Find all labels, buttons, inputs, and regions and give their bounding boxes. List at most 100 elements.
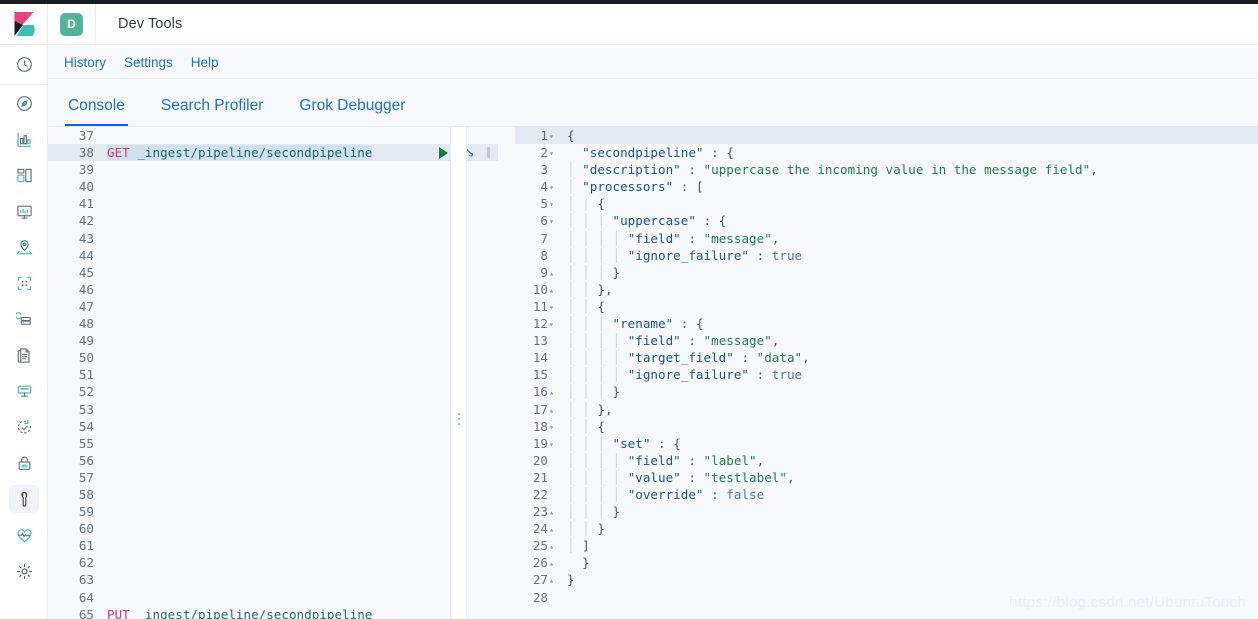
line-content[interactable]: } — [561, 571, 1258, 588]
request-line[interactable]: 46 — [48, 281, 498, 298]
play-icon[interactable] — [439, 147, 448, 159]
request-line[interactable]: 59 — [48, 503, 498, 520]
request-line[interactable]: 56 — [48, 452, 498, 469]
request-line[interactable]: 61 — [48, 537, 498, 554]
request-line[interactable]: 49 — [48, 332, 498, 349]
response-line[interactable]: 21│ │ │ │ "value" : "testlabel", — [515, 469, 1258, 486]
request-line-text[interactable]: GET _ingest/pipeline/secondpipeline — [107, 145, 372, 160]
response-line[interactable]: 5▾│ │ { — [515, 195, 1258, 212]
response-line[interactable]: 13│ │ │ │ "field" : "message", — [515, 332, 1258, 349]
sidebar-item-discover[interactable] — [0, 85, 48, 121]
line-content[interactable]: │ │ │ │ "override" : false — [561, 486, 1258, 503]
line-content[interactable]: } — [561, 554, 1258, 571]
response-line[interactable]: 11▾│ │ { — [515, 298, 1258, 315]
request-line[interactable]: 57 — [48, 469, 498, 486]
response-line[interactable]: 4▾│ "processors" : [ — [515, 178, 1258, 195]
sidebar-item-siem[interactable] — [0, 445, 48, 481]
fold-arrow-open[interactable]: ▾ — [548, 213, 555, 230]
line-content[interactable]: │ "description" : "uppercase the incomin… — [561, 161, 1258, 178]
sidebar-item-machine-learning[interactable] — [0, 265, 48, 301]
sidebar-item-infrastructure[interactable] — [0, 301, 48, 337]
response-line[interactable]: 6▾│ │ │ "uppercase" : { — [515, 212, 1258, 229]
line-content[interactable]: │ │ │ │ "ignore_failure" : true — [561, 247, 1258, 264]
line-content[interactable]: │ │ │ │ "field" : "label", — [561, 452, 1258, 469]
request-line[interactable]: 63 — [48, 571, 498, 588]
response-line[interactable]: 1▾{ — [515, 127, 1258, 144]
response-line[interactable]: 26▴ } — [515, 554, 1258, 571]
request-line[interactable]: 39 — [48, 161, 498, 178]
request-line[interactable]: 60 — [48, 520, 498, 537]
line-content[interactable]: │ │ │ │ "field" : "message", — [561, 332, 1258, 349]
tab-grok-debugger[interactable]: Grok Debugger — [299, 97, 405, 126]
line-content[interactable]: { — [561, 127, 1258, 144]
request-line-text[interactable]: PUT _ingest/pipeline/secondpipeline — [107, 607, 372, 619]
request-line[interactable]: 48 — [48, 315, 498, 332]
line-content[interactable]: │ │ │ "uppercase" : { — [561, 212, 1258, 229]
response-line[interactable]: 10▴│ │ }, — [515, 281, 1258, 298]
line-content[interactable]: │ │ }, — [561, 401, 1258, 418]
response-line[interactable]: 27▴} — [515, 571, 1258, 588]
request-line[interactable]: 45 — [48, 264, 498, 281]
fold-arrow-open[interactable]: ▾ — [548, 419, 555, 436]
line-content[interactable]: │ │ │ "set" : { — [561, 435, 1258, 452]
sidebar-item-logs[interactable] — [0, 337, 48, 373]
sidebar-item-visualize[interactable] — [0, 121, 48, 157]
menu-item-settings[interactable]: Settings — [124, 55, 173, 70]
kibana-home-button[interactable] — [0, 4, 48, 45]
fold-arrow-open[interactable]: ▾ — [548, 145, 555, 162]
line-content[interactable]: │ │ │ "rename" : { — [561, 315, 1258, 332]
request-line[interactable]: 41 — [48, 195, 498, 212]
fold-arrow-open[interactable]: ▾ — [548, 436, 555, 453]
line-content[interactable]: GET _ingest/pipeline/secondpipeline — [102, 144, 498, 161]
sidebar-item-recently-viewed[interactable] — [0, 45, 48, 85]
response-line[interactable]: 28 — [515, 589, 1258, 606]
request-line[interactable]: 53 — [48, 401, 498, 418]
tab-search-profiler[interactable]: Search Profiler — [161, 97, 264, 126]
response-line[interactable]: 7│ │ │ │ "field" : "message", — [515, 230, 1258, 247]
line-content[interactable]: │ │ │ │ "field" : "message", — [561, 230, 1258, 247]
response-line[interactable]: 17▴│ │ }, — [515, 401, 1258, 418]
response-line[interactable]: 25▴│ ] — [515, 537, 1258, 554]
line-content[interactable]: │ │ }, — [561, 281, 1258, 298]
request-line[interactable]: 62 — [48, 554, 498, 571]
request-line[interactable]: 54 — [48, 418, 498, 435]
fold-arrow-open[interactable]: ▾ — [548, 179, 555, 196]
request-line[interactable]: 47 — [48, 298, 498, 315]
fold-arrow-close[interactable]: ▴ — [548, 555, 555, 572]
line-content[interactable]: │ │ │ } — [561, 264, 1258, 281]
request-line[interactable]: 40 — [48, 178, 498, 195]
sidebar-item-management[interactable] — [0, 553, 48, 589]
response-line[interactable]: 22│ │ │ │ "override" : false — [515, 486, 1258, 503]
tab-console[interactable]: Console — [68, 97, 125, 126]
response-line[interactable]: 15│ │ │ │ "ignore_failure" : true — [515, 366, 1258, 383]
space-selector-button[interactable]: D — [48, 4, 96, 45]
fold-arrow-close[interactable]: ▴ — [548, 282, 555, 299]
response-line[interactable]: 14│ │ │ │ "target_field" : "data", — [515, 349, 1258, 366]
fold-arrow-close[interactable]: ▴ — [548, 384, 555, 401]
line-content[interactable]: │ │ { — [561, 298, 1258, 315]
fold-arrow-close[interactable]: ▴ — [548, 265, 555, 282]
menu-item-help[interactable]: Help — [191, 55, 219, 70]
line-content[interactable]: │ ] — [561, 537, 1258, 554]
response-line[interactable]: 19▾│ │ │ "set" : { — [515, 435, 1258, 452]
line-content[interactable]: │ "processors" : [ — [561, 178, 1258, 195]
sidebar-item-uptime[interactable] — [0, 409, 48, 445]
fold-arrow-close[interactable]: ▴ — [548, 504, 555, 521]
response-line[interactable]: 18▾│ │ { — [515, 418, 1258, 435]
line-content[interactable]: │ │ } — [561, 520, 1258, 537]
line-content[interactable]: │ │ │ } — [561, 503, 1258, 520]
request-editor[interactable]: 3738GET _ingest/pipeline/secondpipeline3… — [48, 127, 498, 619]
line-content[interactable]: │ │ │ │ "value" : "testlabel", — [561, 469, 1258, 486]
drag-handle[interactable] — [487, 147, 490, 158]
response-line[interactable]: 24▴│ │ } — [515, 520, 1258, 537]
response-line[interactable]: 23▴│ │ │ } — [515, 503, 1258, 520]
response-line[interactable]: 8│ │ │ │ "ignore_failure" : true — [515, 247, 1258, 264]
fold-arrow-close[interactable]: ▴ — [548, 572, 555, 589]
response-line[interactable]: 20│ │ │ │ "field" : "label", — [515, 452, 1258, 469]
line-content[interactable]: │ │ { — [561, 418, 1258, 435]
line-content[interactable]: │ │ │ │ "ignore_failure" : true — [561, 366, 1258, 383]
request-line[interactable]: 38GET _ingest/pipeline/secondpipeline — [48, 144, 498, 161]
request-line[interactable]: 50 — [48, 349, 498, 366]
request-line[interactable]: 52 — [48, 383, 498, 400]
fold-arrow-open[interactable]: ▾ — [548, 128, 555, 145]
